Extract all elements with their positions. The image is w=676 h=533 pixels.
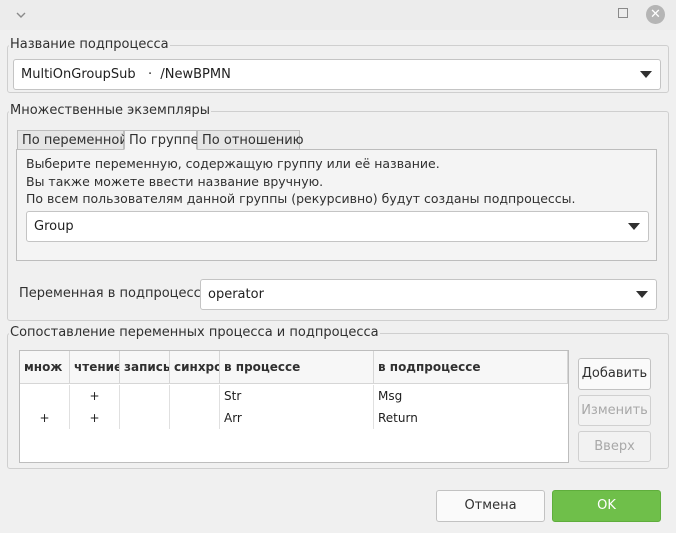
- edit-button[interactable]: Изменить: [578, 395, 651, 426]
- description-line-1: Выберите переменную, содержащую группу и…: [26, 156, 440, 171]
- column-header-in-process[interactable]: в процессе: [220, 351, 374, 384]
- maximize-icon[interactable]: [618, 8, 628, 18]
- cell-mult: +: [20, 407, 70, 429]
- subprocess-combo-value: MultiOnGroupSub · /NewBPMN: [21, 67, 231, 82]
- column-header-sync[interactable]: синхро: [170, 351, 220, 384]
- multi-instances-legend: Множественные экземпляры: [9, 103, 212, 118]
- cell-read: +: [70, 407, 120, 429]
- title-bar: ✕: [0, 0, 676, 30]
- subprocess-variable-combo[interactable]: operator: [200, 279, 657, 310]
- dropdown-arrow-icon: [640, 71, 652, 78]
- subprocess-name-legend: Название подпроцесса: [9, 37, 170, 52]
- dropdown-arrow-icon: [628, 223, 640, 230]
- mapping-table: множ чтение запись синхро в процессе в п…: [19, 350, 569, 463]
- cell-process: Str: [220, 385, 374, 407]
- group-combo-value: Group: [34, 219, 74, 234]
- cancel-button[interactable]: Отмена: [436, 490, 545, 522]
- column-header-write[interactable]: запись: [120, 351, 170, 384]
- description-line-2: Вы также можете ввести название вручную.: [26, 174, 324, 189]
- ok-button[interactable]: OK: [552, 490, 661, 522]
- group-combo[interactable]: Group: [26, 211, 649, 242]
- tab-by-relation[interactable]: По отношению: [197, 130, 304, 150]
- cell-mult: [20, 385, 70, 407]
- column-header-in-subprocess[interactable]: в подпроцессе: [374, 351, 568, 384]
- mapping-legend: Сопоставление переменных процесса и подп…: [9, 325, 380, 340]
- move-up-button[interactable]: Вверх: [578, 431, 651, 462]
- cell-process: Arr: [220, 407, 374, 429]
- dropdown-arrow-icon: [636, 291, 648, 298]
- add-button[interactable]: Добавить: [578, 358, 651, 390]
- close-icon[interactable]: ✕: [646, 5, 665, 24]
- tab-by-variable[interactable]: По переменной: [17, 130, 128, 150]
- cell-write: [120, 407, 170, 429]
- cell-subprocess: Msg: [378, 389, 403, 403]
- tab-by-group[interactable]: По группе: [124, 130, 199, 150]
- description-line-3: По всем пользователям данной группы (рек…: [26, 191, 576, 206]
- cell-subprocess: Return: [378, 411, 418, 425]
- cell-read: +: [70, 385, 120, 407]
- cell-sync: [170, 385, 220, 407]
- cell-write: [120, 385, 170, 407]
- subprocess-variable-label: Переменная в подпроцессе:: [19, 286, 214, 301]
- column-header-read[interactable]: чтение: [70, 351, 120, 384]
- subprocess-variable-value: operator: [208, 287, 264, 302]
- column-header-mult[interactable]: множ: [20, 351, 70, 384]
- chevron-down-icon[interactable]: [12, 6, 30, 24]
- cell-sync: [170, 407, 220, 429]
- subprocess-combo[interactable]: MultiOnGroupSub · /NewBPMN: [13, 59, 661, 90]
